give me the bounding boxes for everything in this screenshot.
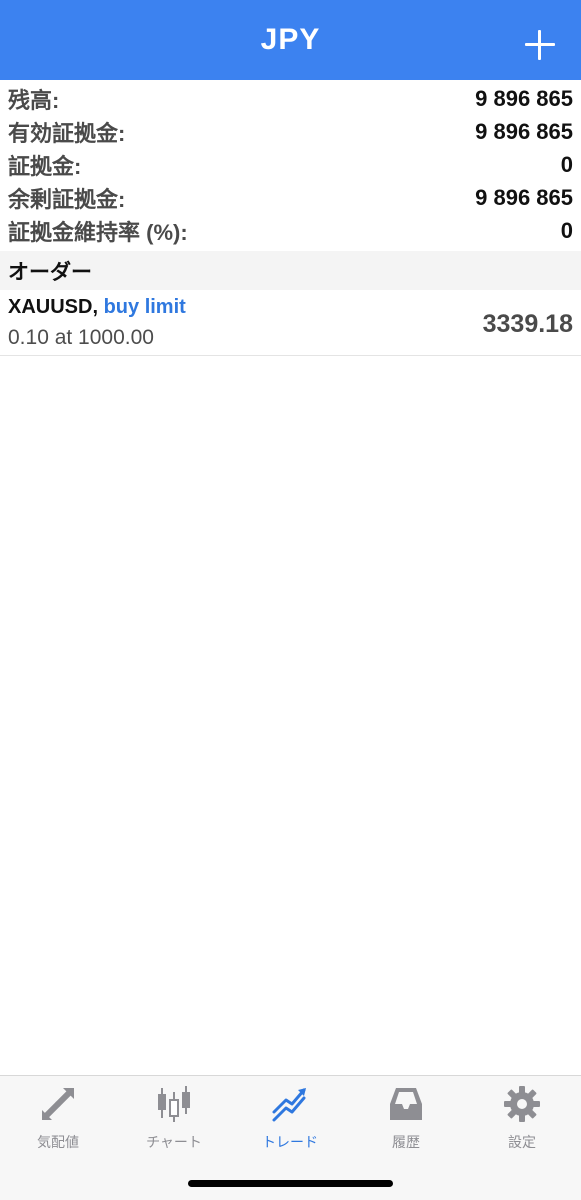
balance-label: 残高: — [8, 87, 60, 113]
tab-quotes[interactable]: 気配値 — [0, 1084, 116, 1156]
free-margin-row: 余剰証拠金: 9 896 865 — [0, 181, 581, 214]
home-indicator — [188, 1180, 393, 1187]
equity-value: 9 896 865 — [475, 118, 573, 144]
balance-value: 9 896 865 — [475, 85, 573, 111]
page-title: JPY — [260, 23, 321, 56]
tab-trade-label: トレード — [262, 1134, 318, 1150]
tab-history[interactable]: 履歴 — [348, 1084, 464, 1156]
tab-trade[interactable]: トレード — [232, 1084, 348, 1156]
margin-level-value: 0 — [560, 217, 573, 243]
free-margin-value: 9 896 865 — [475, 184, 573, 210]
order-row[interactable]: XAUUSD, buy limit 0.10 at 1000.00 3339.1… — [0, 290, 581, 356]
margin-level-label: 証拠金維持率 (%): — [8, 219, 188, 245]
top-bar: JPY — [0, 0, 581, 80]
trade-trend-icon — [272, 1088, 306, 1122]
order-title: XAUUSD, buy limit — [8, 296, 186, 319]
order-current-price: 3339.18 — [482, 310, 573, 338]
tab-settings-label: 設定 — [508, 1134, 536, 1150]
tab-settings[interactable]: 設定 — [464, 1084, 580, 1156]
add-icon[interactable] — [525, 30, 555, 60]
order-type: buy limit — [103, 296, 186, 318]
settings-gear-icon — [504, 1086, 540, 1122]
orders-section-header: オーダー — [0, 251, 581, 290]
tab-chart-label: チャート — [146, 1134, 202, 1150]
order-symbol: XAUUSD, — [8, 296, 99, 318]
tab-quotes-label: 気配値 — [37, 1134, 79, 1150]
equity-row: 有効証拠金: 9 896 865 — [0, 115, 581, 148]
balance-row: 残高: 9 896 865 — [0, 82, 581, 115]
tab-history-label: 履歴 — [392, 1134, 420, 1150]
candlestick-chart-icon — [158, 1086, 190, 1122]
account-summary: 残高: 9 896 865 有効証拠金: 9 896 865 証拠金: 0 余剰… — [0, 82, 581, 247]
margin-level-row: 証拠金維持率 (%): 0 — [0, 214, 581, 247]
free-margin-label: 余剰証拠金: — [8, 186, 126, 212]
order-volume: 0.10 at 1000.00 — [8, 326, 154, 349]
margin-row: 証拠金: 0 — [0, 148, 581, 181]
tab-chart[interactable]: チャート — [116, 1084, 232, 1156]
orders-section-title: オーダー — [8, 260, 92, 284]
equity-label: 有効証拠金: — [8, 120, 126, 146]
margin-value: 0 — [560, 151, 573, 177]
margin-label: 証拠金: — [8, 153, 82, 179]
quotes-arrows-icon — [42, 1088, 74, 1120]
history-tray-icon — [390, 1088, 422, 1120]
